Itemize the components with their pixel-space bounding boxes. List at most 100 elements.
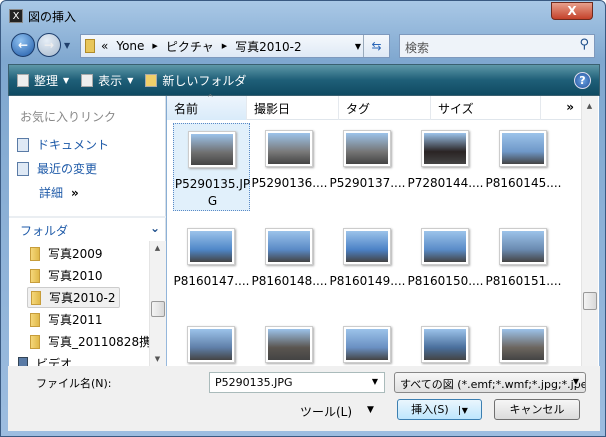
more-links[interactable]: 詳細 » bbox=[39, 184, 79, 201]
file-item[interactable]: P8160151.... bbox=[485, 221, 562, 309]
chevron-down-icon[interactable]: ▼ bbox=[372, 377, 378, 386]
column-date[interactable]: 撮影日 bbox=[247, 96, 339, 120]
link-label: ドキュメント bbox=[37, 138, 110, 152]
search-input[interactable]: 検索 ⚲ bbox=[399, 34, 595, 58]
tools-dropdown-icon[interactable]: ▼ bbox=[367, 405, 374, 415]
file-item[interactable] bbox=[485, 319, 562, 366]
file-item[interactable]: P8160149.... bbox=[329, 221, 406, 309]
file-item[interactable] bbox=[173, 319, 250, 366]
new-folder-button[interactable]: 新しいフォルダ bbox=[145, 72, 246, 89]
thumbnail-image bbox=[187, 326, 235, 363]
breadcrumb-pictures[interactable]: ピクチャ bbox=[166, 38, 214, 55]
insert-button[interactable]: 挿入(S) ▼ bbox=[397, 399, 482, 420]
folder-icon bbox=[30, 334, 40, 349]
photo-preview bbox=[268, 133, 310, 164]
tree-item-label: 写真2011 bbox=[48, 313, 103, 327]
breadcrumb-arrow-icon[interactable]: ▶ bbox=[152, 42, 157, 50]
file-name: P7280144.... bbox=[407, 176, 484, 190]
file-type-select[interactable]: すべての図 (*.emf;*.wmf;*.jpg;*.jpe ▼ bbox=[394, 372, 586, 393]
column-tags[interactable]: タグ bbox=[339, 96, 431, 120]
double-chevron-icon: » bbox=[71, 186, 79, 200]
tree-item[interactable]: ビデオ bbox=[15, 353, 75, 366]
more-label: 詳細 bbox=[39, 186, 64, 200]
breadcrumb-current[interactable]: 写真2010-2 bbox=[235, 38, 302, 55]
search-icon[interactable]: ⚲ bbox=[579, 37, 589, 52]
scroll-down-icon[interactable]: ▼ bbox=[150, 355, 165, 363]
chevron-down-icon: ▼ bbox=[572, 377, 579, 386]
forward-button[interactable]: → bbox=[37, 33, 61, 57]
tree-item-label: ビデオ bbox=[36, 357, 73, 366]
thumbnail-image bbox=[421, 326, 469, 363]
breadcrumb-overflow[interactable]: « bbox=[101, 39, 108, 53]
scroll-thumb[interactable] bbox=[151, 301, 165, 317]
cancel-button[interactable]: キャンセル bbox=[494, 399, 580, 420]
thumbnail-image bbox=[188, 131, 236, 168]
tree-item-selected[interactable]: 写真2010-2 bbox=[27, 287, 120, 308]
column-size[interactable]: サイズ bbox=[431, 96, 541, 120]
file-item[interactable]: P5290137.... bbox=[329, 123, 406, 211]
folders-header[interactable]: フォルダ ⌄ bbox=[9, 216, 166, 240]
folder-icon bbox=[30, 312, 40, 327]
file-item[interactable] bbox=[407, 319, 484, 366]
search-placeholder: 検索 bbox=[405, 41, 430, 55]
filename-input[interactable]: P5290135.JPG ▼ bbox=[209, 372, 385, 393]
close-button[interactable]: X bbox=[551, 2, 593, 20]
file-name: P8160145.... bbox=[485, 176, 562, 190]
new-folder-label: 新しいフォルダ bbox=[162, 73, 247, 88]
file-name: P5290136.... bbox=[251, 176, 328, 190]
scroll-thumb[interactable] bbox=[583, 292, 597, 310]
address-dropdown-icon[interactable]: ▼ bbox=[355, 42, 361, 51]
file-name: P8160151.... bbox=[485, 274, 562, 288]
file-item[interactable] bbox=[329, 319, 406, 366]
file-item[interactable]: P8160145.... bbox=[485, 123, 562, 211]
recent-pages-dropdown[interactable]: ▼ bbox=[64, 41, 70, 50]
scroll-up-icon[interactable]: ▲ bbox=[582, 102, 597, 110]
tree-item-label: 写真2010-2 bbox=[49, 291, 116, 305]
title-bar: X 図の挿入 bbox=[9, 6, 76, 26]
filename-label: ファイル名(N): bbox=[36, 377, 112, 390]
column-name[interactable]: ^ 名前 bbox=[167, 93, 247, 120]
file-item[interactable] bbox=[251, 319, 328, 366]
tree-scrollbar[interactable]: ▲ ▼ bbox=[149, 241, 166, 366]
refresh-icon[interactable]: ⇆ bbox=[363, 35, 389, 57]
tree-item[interactable]: 写真2010 bbox=[27, 265, 106, 286]
file-item-selected[interactable]: P5290135.JPG bbox=[173, 123, 250, 211]
file-item[interactable]: P8160150.... bbox=[407, 221, 484, 309]
organize-label: 整理 bbox=[34, 73, 59, 88]
photo-preview bbox=[191, 134, 233, 165]
file-name: P5290137.... bbox=[329, 176, 406, 190]
photo-preview bbox=[346, 231, 388, 262]
link-recent[interactable]: 最近の変更 bbox=[17, 160, 97, 177]
file-item[interactable]: P8160147.... bbox=[173, 221, 250, 309]
organize-button[interactable]: 整理 ▼ bbox=[17, 72, 69, 89]
breadcrumb-arrow-icon[interactable]: ▶ bbox=[222, 42, 227, 50]
tree-item[interactable]: 写真2011 bbox=[27, 309, 106, 330]
more-columns-button[interactable]: » bbox=[541, 96, 581, 120]
tree-item[interactable]: 写真_20110828携 bbox=[27, 331, 149, 352]
back-button[interactable]: ← bbox=[11, 33, 35, 57]
file-item[interactable]: P8160148.... bbox=[251, 221, 328, 309]
file-item[interactable]: P7280144.... bbox=[407, 123, 484, 211]
folders-label: フォルダ bbox=[20, 224, 69, 238]
dialog-footer: ファイル名(N): P5290135.JPG ▼ すべての図 (*.emf;*.w… bbox=[8, 366, 600, 431]
photo-preview bbox=[502, 133, 544, 164]
address-bar[interactable]: « Yone ▶ ピクチャ ▶ 写真2010-2 ▼ ⇆ bbox=[80, 34, 390, 58]
views-button[interactable]: 表示 ▼ bbox=[81, 72, 133, 89]
insert-options-dropdown-icon[interactable]: ▼ bbox=[458, 406, 468, 415]
help-icon[interactable]: ? bbox=[574, 72, 591, 89]
photo-preview bbox=[502, 329, 544, 360]
tree-item[interactable]: 写真2009 bbox=[27, 243, 106, 264]
file-list-scrollbar[interactable]: ▲ bbox=[581, 96, 598, 366]
file-item[interactable]: P5290136.... bbox=[251, 123, 328, 211]
scroll-up-icon[interactable]: ▲ bbox=[150, 244, 165, 252]
folder-tree: 写真2009 写真2010 写真2010-2 写真2011 写真_2011082… bbox=[9, 241, 149, 366]
breadcrumb-yone[interactable]: Yone bbox=[116, 39, 144, 53]
photo-preview bbox=[424, 231, 466, 262]
tools-button[interactable]: ツール(L) bbox=[300, 403, 352, 420]
documents-icon bbox=[17, 137, 29, 152]
recent-changes-icon bbox=[17, 161, 29, 176]
file-name: P8160147.... bbox=[173, 274, 250, 288]
column-label: サイズ bbox=[438, 102, 474, 116]
thumbnail-image bbox=[343, 326, 391, 363]
link-documents[interactable]: ドキュメント bbox=[17, 136, 109, 153]
